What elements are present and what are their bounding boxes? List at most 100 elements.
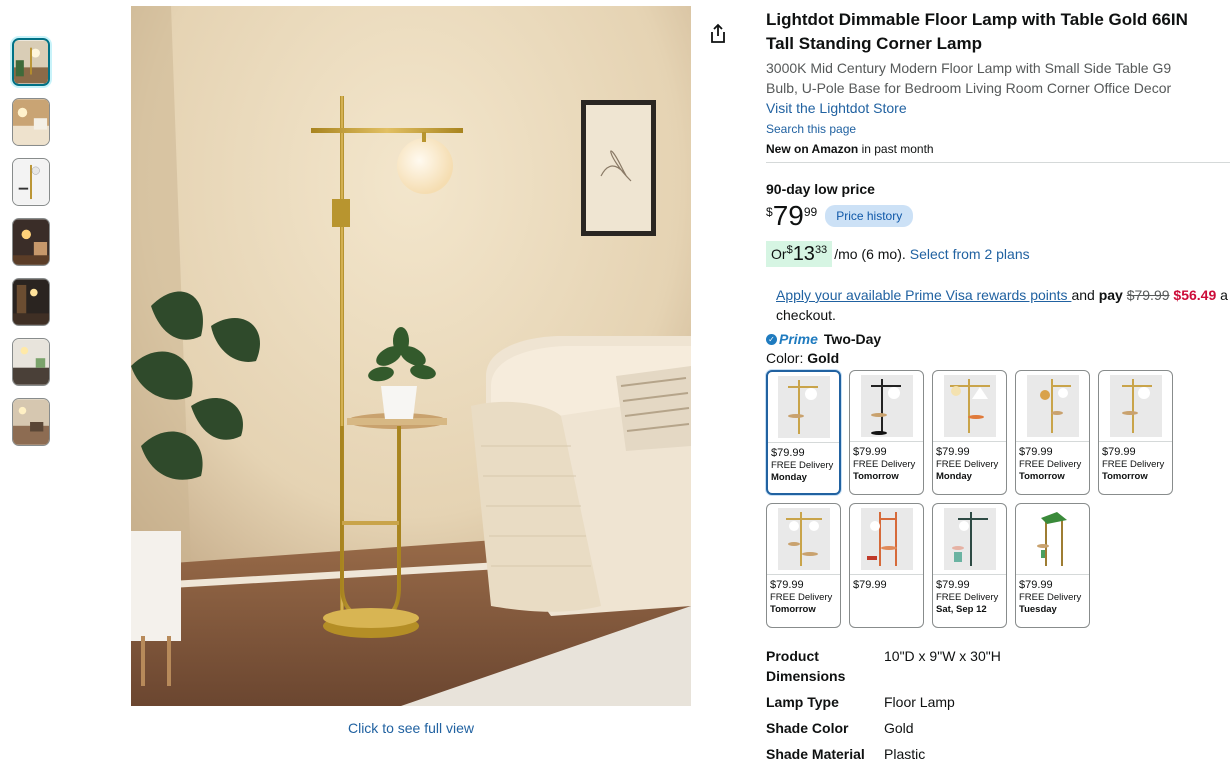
swatch-5[interactable]: $79.99 FREE Delivery Tomorrow	[1098, 370, 1173, 495]
spec-row: Product Dimensions 10"D x 9"W x 30"H	[766, 646, 1230, 686]
full-view-text[interactable]: Click to see full view	[348, 720, 474, 736]
swatch-image	[850, 504, 923, 575]
rewards-link[interactable]: Apply your available Prime Visa rewards …	[776, 287, 1071, 303]
price: $ 79 99	[766, 201, 817, 231]
swatch-day: Sat, Sep 12	[936, 604, 987, 615]
swatch-image	[1016, 504, 1089, 575]
product-specs-table: Product Dimensions 10"D x 9"W x 30"H Lam…	[766, 646, 1230, 764]
swatch-price: $79.99	[853, 446, 887, 458]
swatch-day: Monday	[936, 471, 972, 482]
main-product-image[interactable]	[131, 6, 691, 706]
swatch-2[interactable]: $79.99 FREE Delivery Tomorrow	[849, 370, 924, 495]
swatch-price: $79.99	[936, 446, 970, 458]
spec-key: Shade Material	[766, 746, 865, 762]
swatch-price: $79.99	[1019, 579, 1053, 591]
rewards-trail: a	[1216, 287, 1228, 303]
swatch-delivery: FREE Delivery	[853, 459, 916, 470]
rewards-mid: and	[1071, 287, 1099, 303]
thumbnail-strip	[12, 38, 50, 458]
swatch-day: Tomorrow	[1102, 471, 1148, 482]
installment-plans-link[interactable]: Select from 2 plans	[910, 246, 1030, 262]
swatch-image	[1099, 371, 1172, 442]
store-link[interactable]: Visit the Lightdot Store	[766, 100, 907, 116]
spec-row: Lamp Type Floor Lamp	[766, 692, 1230, 712]
swatch-image	[933, 371, 1006, 442]
swatch-3[interactable]: $79.99 FREE Delivery Monday	[932, 370, 1007, 495]
spec-value: Gold	[884, 720, 914, 736]
thumbnail-7[interactable]	[12, 398, 50, 446]
share-icon[interactable]	[706, 22, 730, 46]
swatch-delivery: FREE Delivery	[1019, 592, 1082, 603]
price-history-button[interactable]: Price history	[825, 205, 914, 227]
rewards-pay: pay	[1098, 287, 1123, 303]
swatch-price: $79.99	[1019, 446, 1053, 458]
thumbnail-5[interactable]	[12, 278, 50, 326]
swatch-delivery: FREE Delivery	[1019, 459, 1082, 470]
thumbnail-2[interactable]	[12, 98, 50, 146]
swatch-day: Monday	[771, 472, 807, 483]
color-swatches: $79.99 FREE Delivery Monday $79.99 FREE Del…	[766, 370, 1230, 628]
rewards-offer: Apply your available Prime Visa rewards …	[766, 285, 1230, 325]
prime-check-icon: ✓	[766, 333, 777, 345]
installment-suffix: /mo (6 mo).	[834, 246, 906, 262]
swatch-delivery: FREE Delivery	[936, 459, 999, 470]
swatch-image	[933, 504, 1006, 575]
thumbnail-6[interactable]	[12, 338, 50, 386]
installment-row: Or $ 13 33 /mo (6 mo). Select from 2 pla…	[766, 241, 1230, 267]
swatch-9[interactable]: $79.99 FREE Delivery Tuesday	[1015, 503, 1090, 628]
delivery-speed: Two-Day	[823, 331, 882, 347]
spec-key: Product Dimensions	[766, 648, 846, 684]
spec-key: Lamp Type	[766, 694, 839, 710]
swatch-7[interactable]: $79.99	[849, 503, 924, 628]
swatch-delivery: FREE Delivery	[771, 460, 834, 471]
swatch-image	[1016, 371, 1089, 442]
swatch-price: $79.99	[936, 579, 970, 591]
product-info-panel: Lightdot Dimmable Floor Lamp with Table …	[766, 8, 1230, 770]
color-selection: Color: Gold	[766, 350, 1230, 366]
swatch-1[interactable]: $79.99 FREE Delivery Monday	[766, 370, 841, 495]
thumbnail-4[interactable]	[12, 218, 50, 266]
installment-whole: 13	[792, 243, 815, 265]
search-page-link[interactable]: Search this page	[766, 122, 856, 136]
swatch-delivery: FREE Delivery	[770, 592, 833, 603]
spec-value: 10"D x 9"W x 30"H	[884, 648, 1001, 664]
prime-label: Prime	[779, 331, 818, 347]
swatch-4[interactable]: $79.99 FREE Delivery Tomorrow	[1015, 370, 1090, 495]
swatch-6[interactable]: $79.99 FREE Delivery Tomorrow	[766, 503, 841, 628]
installment-badge: Or $ 13 33	[766, 241, 833, 267]
swatch-image	[767, 504, 840, 575]
thumbnail-3[interactable]	[12, 158, 50, 206]
price-whole: 79	[772, 200, 804, 231]
new-on-amazon-bold: New on Amazon	[766, 142, 859, 156]
spec-value: Floor Lamp	[884, 694, 955, 710]
new-on-amazon-rest: in past month	[858, 142, 934, 156]
color-value: Gold	[807, 350, 840, 366]
installment-prefix: Or	[771, 246, 787, 262]
swatch-price: $79.99	[1102, 446, 1136, 458]
rewards-line2: checkout.	[776, 307, 836, 323]
product-subtitle: 3000K Mid Century Modern Floor Lamp with…	[766, 60, 1172, 96]
spec-row: Shade Material Plastic	[766, 744, 1230, 764]
color-label: Color:	[766, 350, 808, 366]
swatch-price: $79.99	[770, 579, 804, 591]
new-on-amazon: New on Amazon in past month	[766, 141, 1230, 157]
spec-row: Shade Color Gold	[766, 718, 1230, 738]
spec-value: Plastic	[884, 746, 926, 762]
full-view-link[interactable]: Click to see full view	[131, 720, 691, 736]
swatch-delivery: FREE Delivery	[936, 592, 999, 603]
swatch-image	[850, 371, 923, 442]
rewards-new-price: $56.49	[1173, 287, 1217, 303]
product-title: Lightdot Dimmable Floor Lamp with Table …	[766, 10, 1188, 53]
swatch-price: $79.99	[771, 447, 805, 459]
swatch-8[interactable]: $79.99 FREE Delivery Sat, Sep 12	[932, 503, 1007, 628]
swatch-price: $79.99	[853, 579, 887, 591]
divider	[766, 162, 1230, 163]
price-fraction: 99	[803, 205, 818, 219]
swatch-day: Tomorrow	[1019, 471, 1065, 482]
prime-delivery: ✓ Prime Two-Day	[766, 331, 1230, 347]
thumbnail-1[interactable]	[12, 38, 50, 86]
swatch-day: Tomorrow	[853, 471, 899, 482]
swatch-delivery: FREE Delivery	[1102, 459, 1165, 470]
installment-fraction: 33	[814, 244, 828, 256]
swatch-image	[768, 372, 839, 443]
